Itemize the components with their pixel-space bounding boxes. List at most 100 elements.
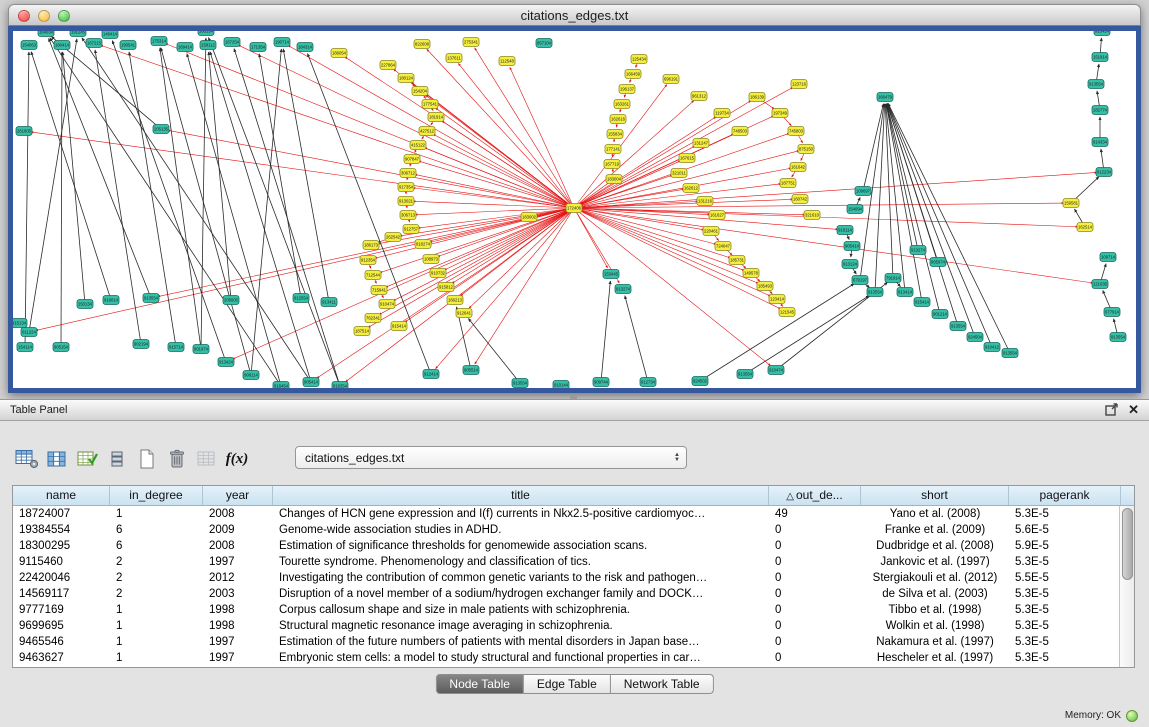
graph-node[interactable]: 175314	[151, 37, 167, 46]
graph-edge[interactable]	[101, 45, 574, 208]
table-row[interactable]: 946362711997Embryonic stem cells: a mode…	[13, 650, 1119, 666]
vertical-scrollbar[interactable]	[1119, 506, 1134, 667]
graph-node[interactable]: 915414	[914, 298, 930, 307]
graph-edge[interactable]	[61, 52, 62, 347]
table-row[interactable]: 1938455462009Genome-wide association stu…	[13, 522, 1119, 538]
graph-node[interactable]: 913411	[321, 298, 337, 307]
graph-node[interactable]: 712544	[365, 271, 381, 280]
graph-edge[interactable]	[574, 101, 694, 208]
graph-node[interactable]: 166479	[877, 93, 893, 102]
graph-node[interactable]: 154204	[412, 87, 428, 96]
column-header-in_degree[interactable]: in_degree	[110, 486, 203, 505]
graph-node[interactable]: 913554	[143, 294, 159, 303]
column-header-title[interactable]: title	[273, 486, 769, 505]
graph-node[interactable]: 190541	[120, 41, 136, 50]
graph-node[interactable]: 162514	[1077, 223, 1093, 232]
graph-node[interactable]: 913554	[512, 379, 528, 388]
new-document-icon[interactable]	[132, 445, 162, 473]
graph-node[interactable]: 910144	[553, 381, 569, 389]
graph-node[interactable]: 275341	[463, 38, 479, 47]
graph-node[interactable]: 169414	[177, 43, 193, 52]
graph-node[interactable]: 306712	[400, 169, 416, 178]
graph-node[interactable]: 857104	[536, 39, 552, 48]
graph-node[interactable]: 910474	[768, 366, 784, 375]
graph-node[interactable]: 163154	[198, 31, 214, 36]
graph-node[interactable]: 125434	[631, 55, 647, 64]
table-row[interactable]: 977716911998Corpus callosum shape and si…	[13, 602, 1119, 618]
graph-node[interactable]: 167615	[679, 154, 695, 163]
table-row[interactable]: 969969511998Structural magnetic resonanc…	[13, 618, 1119, 634]
table-settings-icon[interactable]	[12, 445, 42, 473]
graph-node[interactable]: 915714	[168, 343, 184, 352]
graph-node[interactable]: 912414	[423, 370, 439, 379]
graph-node[interactable]: 205605	[223, 296, 239, 305]
graph-node[interactable]: 161627	[709, 211, 725, 220]
graph-edge[interactable]	[438, 208, 574, 257]
graph-edge[interactable]	[393, 208, 574, 301]
graph-node[interactable]: 924502	[692, 377, 708, 386]
graph-node[interactable]: 748503	[732, 127, 748, 136]
graph-node[interactable]: 912354	[360, 256, 376, 265]
graph-node[interactable]: 306713	[400, 211, 416, 220]
graph-node[interactable]: 197349	[772, 109, 788, 118]
graph-edge[interactable]	[210, 52, 311, 382]
graph-node[interactable]: 177141	[605, 145, 621, 154]
graph-node[interactable]: 183004	[606, 175, 622, 184]
graph-edge[interactable]	[886, 104, 922, 302]
graph-node[interactable]: 919014	[103, 296, 119, 305]
graph-node[interactable]: 914334	[1092, 138, 1108, 147]
graph-node[interactable]: 913554	[737, 370, 753, 379]
graph-node[interactable]: 186054	[331, 49, 347, 58]
graph-node[interactable]: 158112	[200, 41, 216, 50]
graph-node[interactable]: 121035	[1092, 280, 1108, 289]
graph-edge[interactable]	[31, 52, 111, 300]
graph-edge[interactable]	[458, 63, 574, 208]
graph-node[interactable]: 913554	[867, 288, 883, 297]
graph-node[interactable]: 724047	[715, 242, 731, 251]
graph-edge[interactable]	[29, 39, 77, 332]
graph-node[interactable]: 180124	[398, 74, 414, 83]
graph-node[interactable]: 131216	[697, 197, 713, 206]
graph-node[interactable]: 262542	[385, 233, 401, 242]
graph-node[interactable]: 905514	[463, 366, 479, 375]
graph-edge[interactable]	[379, 208, 574, 315]
graph-node[interactable]: 123716	[791, 80, 807, 89]
graph-node[interactable]: 916114	[837, 226, 853, 235]
graph-node[interactable]: 910732	[430, 269, 446, 278]
graph-node[interactable]: 913554	[950, 322, 966, 331]
graph-node[interactable]: 427512	[419, 127, 435, 136]
graph-node[interactable]: 910474	[379, 300, 395, 309]
tab-node-table[interactable]: Node Table	[435, 674, 524, 694]
graph-node[interactable]: 916354	[332, 382, 348, 389]
table-row[interactable]: 1872400712008Changes of HCN gene express…	[13, 506, 1119, 522]
graph-edge[interactable]	[436, 208, 574, 369]
graph-node[interactable]: 161642	[790, 163, 806, 172]
graph-node[interactable]: 167215	[86, 39, 102, 48]
graph-node[interactable]: 910412	[984, 343, 1000, 352]
graph-node[interactable]: 909744	[593, 378, 609, 387]
graph-node[interactable]: 906114	[243, 371, 259, 380]
close-window-button[interactable]	[18, 10, 30, 22]
graph-node[interactable]: 191245	[70, 31, 86, 37]
graph-node[interactable]: 913414	[1094, 31, 1110, 36]
column-header-out_de[interactable]: △out_de...	[769, 486, 861, 505]
graph-node[interactable]: 186173	[363, 241, 379, 250]
graph-edge[interactable]	[863, 104, 883, 191]
graph-node[interactable]: 918274	[415, 240, 431, 249]
tab-edge-table[interactable]: Edge Table	[524, 674, 611, 694]
graph-node[interactable]: 205135	[153, 125, 169, 134]
graph-edge[interactable]	[601, 281, 610, 382]
graph-edge[interactable]	[165, 44, 574, 208]
minimize-window-button[interactable]	[38, 10, 50, 22]
graph-node[interactable]: 159581	[1063, 199, 1079, 208]
network-canvas[interactable]: 1724061860542278641801241542041775411819…	[13, 31, 1136, 388]
graph-edge[interactable]	[400, 208, 574, 236]
graph-node[interactable]: 187514	[354, 327, 370, 336]
graph-node[interactable]: 149578	[743, 269, 759, 278]
graph-node[interactable]: 154114	[17, 343, 33, 352]
graph-node[interactable]: 149414	[102, 31, 118, 39]
graph-edge[interactable]	[888, 103, 1010, 353]
network-selector[interactable]: citations_edges.txt ▲▼	[295, 446, 687, 469]
graph-node[interactable]: 913274	[910, 246, 926, 255]
graph-edge[interactable]	[574, 172, 1097, 208]
